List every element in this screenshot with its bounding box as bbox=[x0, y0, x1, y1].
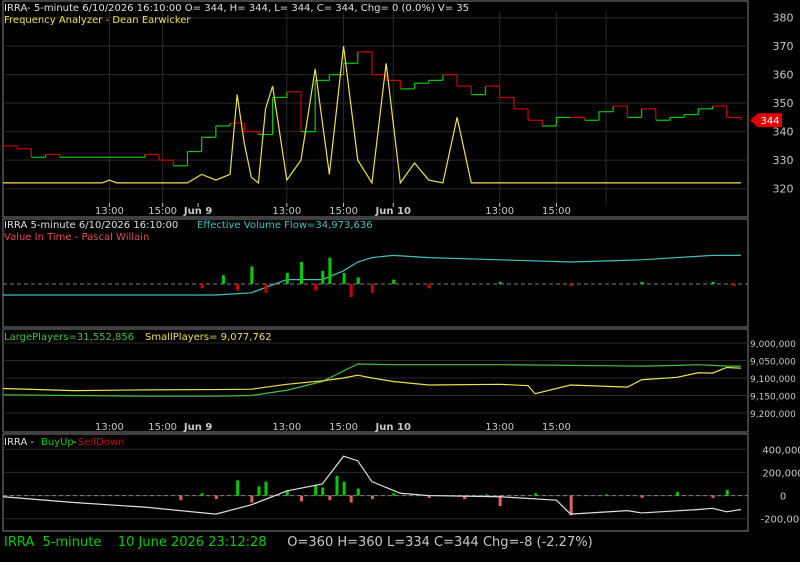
p3-small-players: SmallPlayers= 9,077,762 bbox=[145, 332, 272, 343]
buyup-selldown-bar bbox=[569, 495, 573, 516]
value-in-time-bar bbox=[285, 273, 289, 284]
p3-ytick-1: 9,050,000 bbox=[750, 358, 796, 368]
value-in-time-bar bbox=[250, 266, 254, 284]
p1-ytick-380: 380 bbox=[773, 12, 794, 25]
p1-header-line2: Frequency Analyzer - Dean Earwicker bbox=[4, 15, 191, 26]
value-in-time-bar bbox=[392, 279, 396, 284]
buyup-selldown-bar bbox=[250, 495, 254, 503]
value-in-time-bar bbox=[349, 284, 353, 298]
p1-xtick-5: Jun 10 bbox=[375, 206, 411, 217]
value-in-time-bar bbox=[200, 284, 204, 289]
buyup-selldown-bar bbox=[300, 495, 303, 502]
p1-ytick-320: 320 bbox=[773, 183, 794, 196]
p4-header-selldown: SellDown bbox=[78, 437, 124, 448]
p4-ytick-3: 400,000 bbox=[762, 445, 800, 456]
value-in-time-bar bbox=[356, 277, 360, 284]
value-in-time-bar bbox=[640, 281, 644, 284]
p1-xtick-3: 13:00 bbox=[272, 206, 301, 217]
buyup-selldown-bar bbox=[200, 493, 204, 496]
p1-ytick-330: 330 bbox=[773, 154, 794, 167]
p3-xtick-7: 15:00 bbox=[542, 422, 571, 433]
buyup-selldown-bar bbox=[264, 481, 268, 496]
p2-header-evf: Effective Volume Flow=34,973,636 bbox=[197, 220, 373, 231]
p2-header-line2: Value In Time - Pascal Willain bbox=[4, 232, 149, 243]
p3-large-players: LargePlayers=31,552,856 bbox=[4, 332, 134, 343]
value-in-time-bar bbox=[328, 257, 332, 284]
p3-xtick-4: 15:00 bbox=[329, 422, 358, 433]
buyup-selldown-bar bbox=[370, 495, 374, 500]
p3-xtick-6: 13:00 bbox=[485, 422, 514, 433]
p2-header-symbol: IRRA 5-minute 6/10/2026 16:10:00 bbox=[4, 220, 178, 231]
p4-ytick-1: 0 bbox=[780, 492, 786, 503]
value-in-time-bar bbox=[711, 281, 715, 284]
p3-ytick-2: 9,100,000 bbox=[750, 375, 796, 385]
value-in-time-bar bbox=[498, 281, 502, 284]
buyup-selldown-bar bbox=[321, 487, 325, 496]
p1-header-line1: IRRA- 5-minute 6/10/2026 16:10:00 O= 344… bbox=[4, 3, 469, 14]
buyup-selldown-bar bbox=[711, 495, 715, 498]
p1-xtick-2: Jun 9 bbox=[183, 206, 212, 217]
buyup-selldown-bar bbox=[392, 493, 396, 496]
p4-ytick-2: 200,000 bbox=[762, 468, 800, 479]
p3-xtick-1: 15:00 bbox=[148, 422, 177, 433]
p4-header-buyup: BuyUp bbox=[41, 437, 74, 448]
buyup-selldown-bar bbox=[605, 494, 609, 496]
buyup-selldown-bar bbox=[314, 485, 318, 496]
p1-xtick-6: 13:00 bbox=[485, 206, 514, 217]
p3-xtick-2: Jun 9 bbox=[183, 422, 212, 433]
buyup-selldown-bar bbox=[335, 475, 339, 496]
status-ohlc: O=360 H=360 L=334 C=344 Chg=-8 (-2.27%) bbox=[287, 535, 593, 550]
p1-xtick-0: 13:00 bbox=[95, 206, 124, 217]
status-datetime: 10 June 2026 23:12:28 bbox=[117, 535, 267, 550]
buyup-selldown-bar bbox=[342, 481, 346, 496]
p4-header-symbol: IRRA - bbox=[4, 437, 34, 448]
p1-xtick-1: 15:00 bbox=[148, 206, 177, 217]
status-symbol: IRRA bbox=[4, 535, 35, 550]
p1-xtick-4: 15:00 bbox=[329, 206, 358, 217]
buyup-selldown-bar bbox=[356, 488, 360, 496]
value-in-time-bar bbox=[569, 284, 573, 287]
p3-ytick-4: 9,200,000 bbox=[750, 410, 796, 420]
value-in-time-bar bbox=[236, 284, 240, 291]
buyup-selldown-bar bbox=[349, 495, 353, 503]
buyup-selldown-bar bbox=[484, 494, 488, 496]
buyup-selldown-bar bbox=[236, 480, 240, 496]
p3-ytick-3: 9,150,000 bbox=[750, 393, 796, 403]
value-in-time-bar bbox=[221, 275, 225, 284]
value-in-time-bar bbox=[370, 284, 374, 293]
buyup-selldown-bar bbox=[534, 493, 538, 496]
buyup-selldown-bar bbox=[676, 492, 680, 496]
p1-ytick-370: 370 bbox=[773, 40, 794, 53]
value-in-time-bar bbox=[314, 284, 318, 291]
p1-ytick-350: 350 bbox=[773, 97, 794, 110]
value-in-time-bar bbox=[300, 262, 303, 284]
buyup-selldown-bar bbox=[257, 486, 261, 496]
value-in-time-bar bbox=[732, 284, 736, 287]
p1-ytick-360: 360 bbox=[773, 69, 794, 82]
p3-xtick-5: Jun 10 bbox=[375, 422, 411, 433]
buyup-selldown-bar bbox=[328, 495, 332, 501]
buyup-selldown-bar bbox=[640, 495, 644, 498]
status-bar: IRRA 5-minute 10 June 2026 23:12:28 O=36… bbox=[4, 535, 593, 555]
buyup-selldown-bar bbox=[214, 495, 218, 500]
value-in-time-bar bbox=[264, 284, 268, 293]
buyup-selldown-bar bbox=[725, 489, 729, 496]
value-in-time-bar bbox=[321, 270, 325, 284]
value-in-time-bar bbox=[342, 273, 346, 284]
p1-xtick-7: 15:00 bbox=[542, 206, 571, 217]
value-in-time-bar bbox=[427, 284, 431, 289]
p4-ytick-0: -200,000 bbox=[761, 515, 800, 526]
p1-ytick-340: 340 bbox=[773, 126, 794, 139]
p3-xtick-0: 13:00 bbox=[95, 422, 124, 433]
p3-xtick-3: 13:00 bbox=[272, 422, 301, 433]
last-price-tag-label: 344 bbox=[760, 116, 779, 127]
buyup-selldown-bar bbox=[179, 495, 183, 501]
status-interval: 5-minute bbox=[42, 535, 102, 550]
p3-ytick-0: 9,000,000 bbox=[750, 340, 796, 350]
chart-canvas: 320 330 340 350 360 370 380 344 IRRA- 5-minute 6… bbox=[0, 0, 800, 562]
p4-header-dash: - bbox=[73, 437, 77, 448]
